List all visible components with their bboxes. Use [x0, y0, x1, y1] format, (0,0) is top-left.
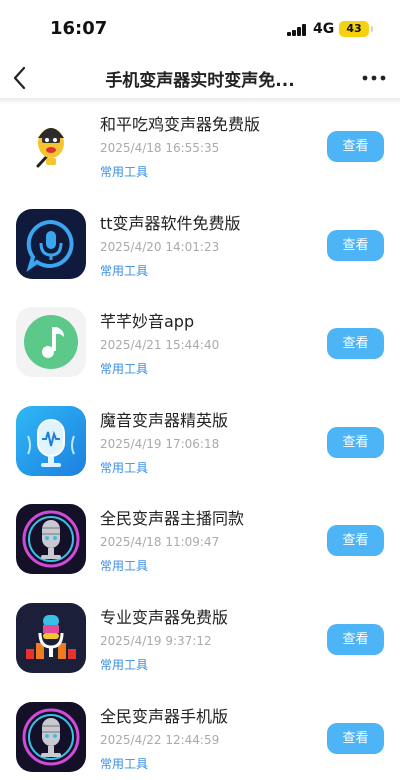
list-item[interactable]: 全民变声器手机版 2025/4/22 12:44:59 常用工具 查看: [0, 690, 400, 780]
list-item[interactable]: tt变声器软件免费版 2025/4/20 14:01:23 常用工具 查看: [0, 197, 400, 296]
app-date: 2025/4/21 15:44:40: [100, 338, 220, 353]
view-button[interactable]: 查看: [327, 131, 384, 162]
microphone-chat-icon: [16, 208, 86, 279]
app-date: 2025/4/18 11:09:47: [100, 535, 220, 550]
app-date: 2025/4/22 12:44:59: [100, 732, 220, 747]
chevron-left-icon[interactable]: [8, 64, 34, 92]
app-name: 魔音变声器精英版: [100, 410, 229, 430]
list-item[interactable]: 和平吃鸡变声器免费版 2025/4/18 16:55:35 常用工具 查看: [0, 98, 400, 197]
list-item[interactable]: 专业变声器免费版 2025/4/19 9:37:12 常用工具 查看: [0, 591, 400, 690]
view-button[interactable]: 查看: [327, 426, 384, 458]
cartoon-microphone-icon: [16, 110, 86, 180]
app-name: 和平吃鸡变声器免费版: [100, 115, 261, 134]
view-button[interactable]: 查看: [327, 525, 384, 557]
app-category[interactable]: 常用工具: [100, 459, 148, 476]
app-name: 芊芊妙音app: [100, 312, 195, 332]
app-category[interactable]: 常用工具: [100, 557, 148, 574]
list-item[interactable]: 全民变声器主播同款 2025/4/18 11:09:47 常用工具 查看: [0, 492, 400, 591]
status-bar: 16:07 4G 43: [0, 0, 400, 58]
app-name: 专业变声器免费版: [100, 608, 229, 627]
app-date: 2025/4/20 14:01:23: [100, 239, 220, 254]
robot-microphone-icon: [16, 504, 86, 575]
app-category[interactable]: 常用工具: [100, 755, 148, 772]
app-date: 2025/4/18 16:55:35: [100, 141, 220, 155]
app-name: 全民变声器主播同款: [100, 509, 245, 529]
more-dots-icon[interactable]: [362, 68, 386, 88]
app-date: 2025/4/19 17:06:18: [100, 436, 220, 451]
waveform-microphone-icon: [16, 405, 86, 476]
signal-strength-icon: [287, 24, 307, 36]
equalizer-microphone-icon: [16, 603, 86, 673]
music-note-icon: [16, 307, 86, 378]
app-name: 全民变声器手机版: [100, 706, 229, 726]
robot-microphone-icon: [16, 701, 86, 772]
app-date: 2025/4/19 9:37:12: [100, 634, 212, 648]
page-title: 手机变声器实时变声免...: [105, 71, 295, 91]
view-button[interactable]: 查看: [327, 722, 384, 754]
list-item[interactable]: 魔音变声器精英版 2025/4/19 17:06:18 常用工具 查看: [0, 394, 400, 493]
network-type: 4G: [313, 21, 335, 37]
view-button[interactable]: 查看: [327, 328, 384, 360]
app-category[interactable]: 常用工具: [100, 360, 148, 377]
app-category[interactable]: 常用工具: [100, 163, 148, 180]
nav-bar: 手机变声器实时变声免...: [0, 58, 400, 98]
view-button[interactable]: 查看: [327, 624, 384, 655]
app-name: tt变声器软件免费版: [100, 213, 241, 233]
status-time: 16:07: [50, 18, 108, 39]
view-button[interactable]: 查看: [327, 229, 384, 261]
list-item[interactable]: 芊芊妙音app 2025/4/21 15:44:40 常用工具 查看: [0, 295, 400, 394]
battery-icon: 43: [339, 21, 373, 37]
app-category[interactable]: 常用工具: [100, 656, 148, 673]
app-category[interactable]: 常用工具: [100, 262, 148, 279]
app-list: 和平吃鸡变声器免费版 2025/4/18 16:55:35 常用工具 查看 tt…: [0, 98, 400, 780]
